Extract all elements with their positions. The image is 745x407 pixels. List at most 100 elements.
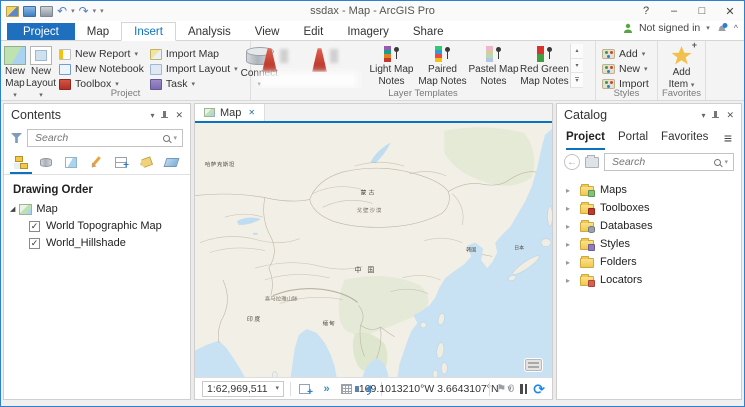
contents-pin-icon[interactable] [161, 111, 168, 120]
expand-icon[interactable]: ▸ [566, 258, 574, 267]
map-view-tab[interactable]: Map ✕ [195, 104, 265, 121]
catalog-item-folders[interactable]: ▸ Folders [557, 253, 741, 271]
tab-edit[interactable]: Edit [291, 23, 335, 40]
search-caret-icon[interactable]: ▾ [724, 158, 728, 166]
catalog-item-toolboxes[interactable]: ▸ Toolboxes [557, 199, 741, 217]
layer-checkbox[interactable]: ✓ [29, 238, 40, 249]
hamburger-menu-icon[interactable]: ≡ [724, 130, 732, 146]
add-item-button[interactable]: + Add Item ▾ [661, 44, 702, 89]
notifications-bell-icon[interactable] [716, 22, 728, 34]
redo-icon[interactable]: ↷ [79, 5, 89, 17]
search-icon[interactable] [163, 135, 170, 142]
expand-icon[interactable]: ▸ [566, 204, 574, 213]
save-project-icon[interactable] [40, 6, 53, 17]
undo-icon[interactable]: ↶ [57, 5, 67, 17]
tab-share[interactable]: Share [401, 23, 456, 40]
contents-search-input[interactable] [33, 131, 163, 145]
search-caret-icon[interactable]: ▾ [173, 134, 177, 142]
list-by-snapping-button[interactable] [110, 152, 132, 174]
filter-icon[interactable] [11, 133, 22, 143]
notifications-flag[interactable]: ⚑ 0 [496, 382, 514, 395]
undo-caret-icon[interactable]: ▾ [71, 7, 75, 15]
catalog-tab-project[interactable]: Project [566, 126, 605, 150]
gallery-scroll-up-button[interactable]: ▴ [571, 44, 583, 59]
catalog-item-locators[interactable]: ▸ Locators [557, 271, 741, 289]
light-map-notes-button[interactable]: Light Map Notes [366, 44, 417, 89]
help-button[interactable]: ? [632, 1, 660, 21]
catalog-item-styles[interactable]: ▸ Styles [557, 235, 741, 253]
collapse-ribbon-icon[interactable]: ^ [734, 23, 738, 33]
search-icon[interactable] [714, 159, 721, 166]
onscreen-keyboard-icon[interactable] [525, 359, 542, 371]
scale-dropdown[interactable]: 1:62,969,511 ▾ [202, 381, 284, 397]
map-tree-node[interactable]: ◢ Map [4, 201, 190, 218]
coordinates-display[interactable]: 169.1013210°W 3.6643107°N ∨ [388, 383, 483, 395]
catalog-tab-portal[interactable]: Portal [618, 126, 648, 150]
pastel-map-notes-button[interactable]: Pastel Map Notes [468, 44, 519, 89]
catalog-item-databases[interactable]: ▸ Databases [557, 217, 741, 235]
list-by-editing-button[interactable] [85, 152, 107, 174]
contents-menu-icon[interactable]: ▾ [150, 111, 154, 120]
layer-row-world-topographic[interactable]: ✓ World Topographic Map [4, 218, 190, 235]
gallery-scroll-down-button[interactable]: ▾ [571, 59, 583, 74]
redo-caret-icon[interactable]: ▾ [93, 7, 97, 15]
close-view-icon[interactable]: ✕ [248, 108, 255, 117]
close-button[interactable]: ✕ [716, 1, 744, 21]
new-notebook-button[interactable]: New Notebook [56, 62, 147, 76]
gallery-expand-button[interactable]: ▾ [571, 73, 583, 88]
expand-icon[interactable]: ▸ [566, 186, 574, 195]
tab-analysis[interactable]: Analysis [176, 23, 243, 40]
styles-new-button[interactable]: New ▾ [599, 62, 652, 76]
paired-map-notes-button[interactable]: Paired Map Notes [417, 44, 468, 89]
tab-imagery[interactable]: Imagery [335, 23, 401, 40]
list-by-selection-button[interactable] [60, 152, 82, 174]
tab-project[interactable]: Project [7, 23, 75, 40]
new-layout-button[interactable]: New Layout ▾ [26, 44, 56, 89]
list-by-drawing-order-button[interactable] [10, 152, 32, 174]
catalog-menu-icon[interactable]: ▾ [701, 111, 705, 120]
expand-icon[interactable]: ▸ [566, 240, 574, 249]
new-map-button[interactable]: New Map ▾ [4, 44, 26, 89]
expand-icon[interactable]: ▸ [566, 276, 574, 285]
styles-add-button[interactable]: Add ▾ [599, 47, 652, 61]
minimize-button[interactable]: – [660, 1, 688, 21]
map-canvas[interactable]: 哈萨克斯坦 蒙古 戈壁沙漠 中 国 喜马拉雅山脉 印度 缅甸 韩国 日本 [195, 123, 552, 377]
catalog-pin-icon[interactable] [712, 111, 719, 120]
expand-icon[interactable]: ▸ [566, 222, 574, 231]
maximize-button[interactable]: □ [688, 1, 716, 21]
list-by-data-source-button[interactable] [35, 152, 57, 174]
tab-insert[interactable]: Insert [121, 22, 176, 41]
layer-checkbox[interactable]: ✓ [29, 221, 40, 232]
catalog-tab-favorites[interactable]: Favorites [661, 126, 708, 150]
tab-view[interactable]: View [243, 23, 292, 40]
new-project-icon[interactable] [6, 6, 19, 17]
new-bookmark-button[interactable] [297, 381, 312, 396]
catalog-nav-row: ← ▾ [557, 150, 741, 174]
signin-area[interactable]: Not signed in ▾ ^ [623, 22, 738, 34]
favorite-star-icon [671, 46, 692, 66]
catalog-close-icon[interactable]: ✕ [726, 110, 734, 121]
customize-qat-icon[interactable]: ▾ [100, 7, 104, 15]
layer-row-world-hillshade[interactable]: ✓ World_Hillshade [4, 235, 190, 252]
list-by-perspective-button[interactable] [160, 152, 182, 174]
favorites-group-label: Favorites [658, 88, 705, 100]
home-folder-icon[interactable] [585, 157, 599, 168]
pause-drawing-button[interactable] [520, 384, 527, 394]
catalog-item-maps[interactable]: ▸ Maps [557, 181, 741, 199]
back-button[interactable]: ← [564, 154, 580, 170]
red-green-map-notes-button[interactable]: Red Green Map Notes [519, 44, 570, 89]
list-by-labeling-button[interactable] [135, 152, 157, 174]
import-map-button[interactable]: Import Map [147, 47, 241, 61]
collapse-node-icon[interactable]: ◢ [10, 205, 15, 213]
contents-close-icon[interactable]: ✕ [175, 110, 183, 121]
refresh-icon[interactable]: ⟳ [533, 382, 545, 396]
tab-map[interactable]: Map [75, 23, 121, 40]
new-report-button[interactable]: New Report ▾ [56, 47, 147, 61]
grid-button[interactable] [339, 381, 354, 396]
open-project-icon[interactable] [23, 6, 36, 17]
selection-arrows-button[interactable]: » [318, 381, 333, 396]
new-layout-icon [30, 46, 52, 65]
flag-icon: ⚑ [496, 382, 506, 395]
catalog-search-input[interactable] [610, 155, 714, 169]
import-layout-button[interactable]: Import Layout ▾ [147, 62, 241, 76]
